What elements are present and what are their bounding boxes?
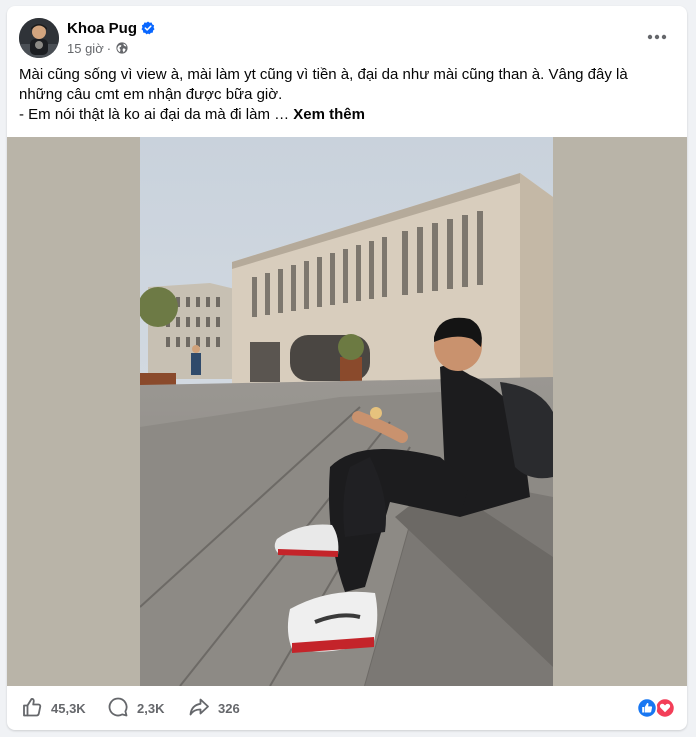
verified-icon — [141, 21, 155, 35]
share-button[interactable]: 326 — [188, 686, 240, 730]
post-card: Khoa Pug 15 giờ · Mài cũng sống vì view … — [7, 6, 687, 730]
post-text-line-2-content: - Em nói thật là ko ai đại da mà đi làm … — [19, 106, 294, 123]
post-photo[interactable] — [140, 137, 553, 686]
comment-count: 2,3K — [137, 700, 165, 716]
see-more-link[interactable]: Xem thêm — [293, 106, 365, 123]
like-button[interactable]: 45,3K — [21, 686, 86, 730]
comment-icon — [107, 696, 137, 721]
share-count: 326 — [218, 700, 240, 716]
author-avatar[interactable] — [19, 18, 59, 58]
love-reaction-icon — [654, 697, 676, 719]
more-icon — [647, 27, 667, 45]
globe-icon[interactable] — [116, 42, 128, 54]
post-meta: 15 giờ · — [67, 40, 128, 56]
comment-button[interactable]: 2,3K — [107, 686, 164, 730]
post-text: Mài cũng sống vì view à, mài làm yt cũng… — [19, 65, 669, 125]
post-media[interactable] — [7, 137, 687, 686]
post-text-line-2: - Em nói thật là ko ai đại da mà đi làm … — [19, 105, 669, 125]
share-icon — [188, 696, 218, 721]
more-options-button[interactable] — [639, 22, 675, 50]
like-icon — [21, 696, 51, 721]
post-time[interactable]: 15 giờ — [67, 41, 104, 56]
like-count: 45,3K — [51, 700, 86, 716]
post-actions: 45,3K 2,3K 326 — [7, 686, 687, 730]
like-reaction-icon — [636, 697, 658, 719]
reactions-summary[interactable] — [636, 697, 676, 719]
post-text-line-1: Mài cũng sống vì view à, mài làm yt cũng… — [19, 66, 628, 103]
post-header: Khoa Pug 15 giờ · — [7, 6, 687, 66]
author-row: Khoa Pug — [67, 19, 155, 37]
meta-separator: · — [106, 40, 112, 56]
author-name[interactable]: Khoa Pug — [67, 20, 137, 37]
